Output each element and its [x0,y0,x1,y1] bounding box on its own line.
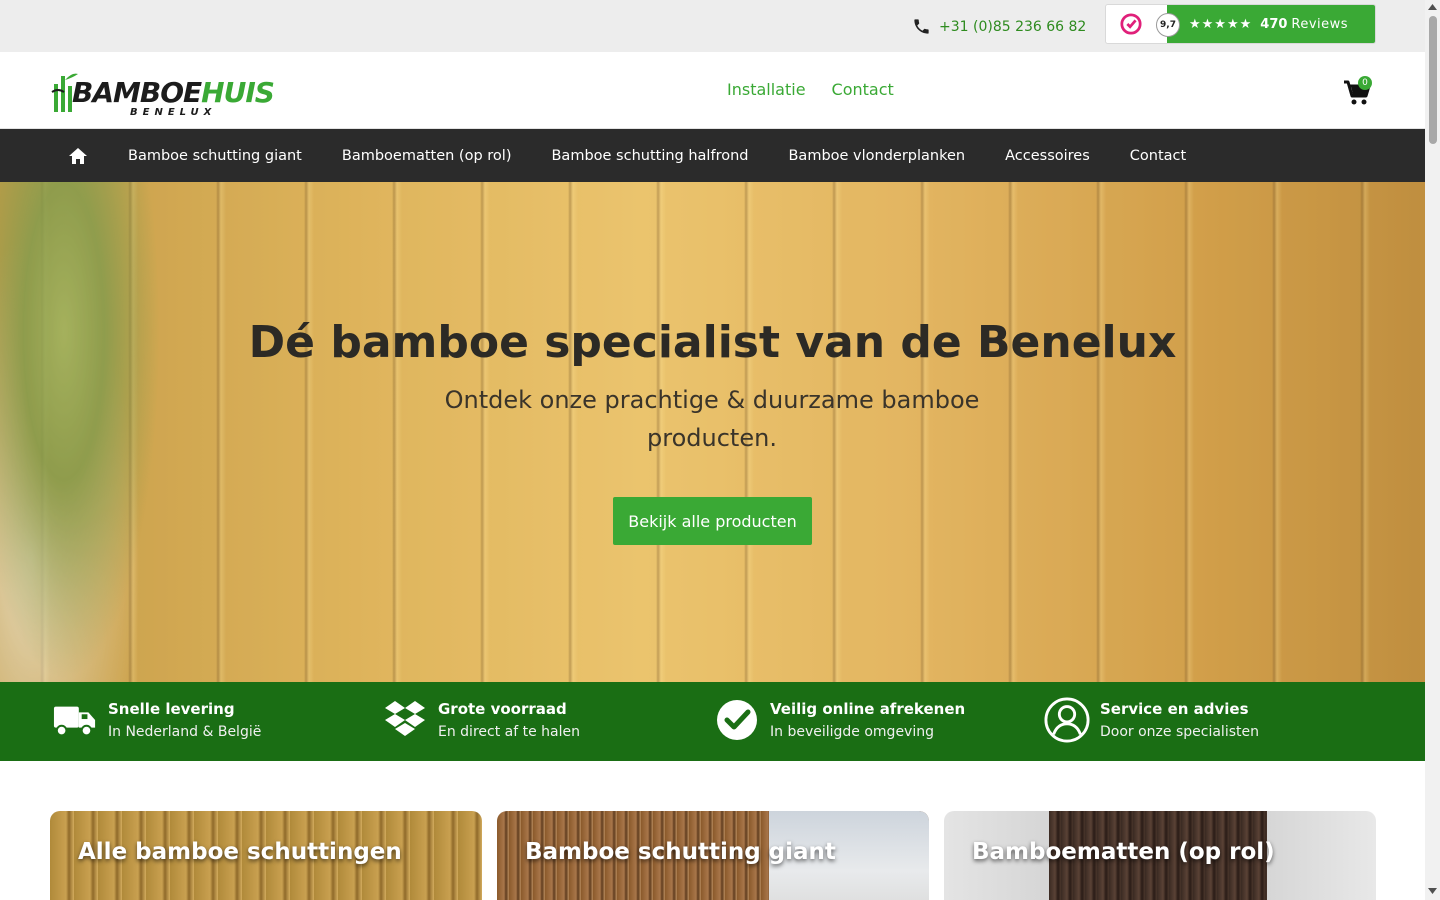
review-count: 470 [1260,16,1288,32]
usp-title: Veilig online afrekenen [770,700,966,718]
scrollbar-thumb[interactable] [1429,16,1437,144]
category-card-label: Bamboematten (op rol) [972,839,1275,865]
header-nav: Installatie Contact [727,80,894,99]
category-card-mats[interactable]: Bamboematten (op rol) [944,811,1376,900]
kiyoh-logo-icon [1120,13,1142,35]
hero-banner: Dé bamboe specialist van de Benelux Ontd… [0,182,1425,682]
scroll-up-arrow-icon[interactable] [1427,2,1438,12]
page: +31 (0)85 236 66 82 9,7 ★★★★★ 470 Review… [0,0,1440,900]
review-logo-area: 9,7 [1106,5,1180,43]
home-icon[interactable] [68,147,88,165]
usp-text: En direct af te halen [438,724,580,740]
nav-item-accessoires[interactable]: Accessoires [1005,148,1090,164]
phone-icon [914,19,929,34]
usp-text: Door onze specialisten [1100,724,1259,740]
hero-subtitle: Ontdek onze prachtige & duurzame bamboe … [444,386,980,452]
category-card-giant[interactable]: Bamboe schutting giant [497,811,929,900]
usp-item-stock: Grote voorraad En direct af te halen [382,697,580,743]
phone-number: +31 (0)85 236 66 82 [939,18,1087,35]
main-nav: Bamboe schutting giant Bamboematten (op … [0,129,1425,182]
phone-link[interactable]: +31 (0)85 236 66 82 [912,17,1086,36]
category-cards: Alle bamboe schuttingen Bamboe schutting… [0,761,1425,900]
usp-item-delivery: Snelle levering In Nederland & België [52,697,261,743]
rating-stars-icon: ★★★★★ [1189,16,1253,32]
truck-icon [52,697,98,743]
nav-item-bamboe-vlonderplanken[interactable]: Bamboe vlonderplanken [788,148,965,164]
dropbox-icon [382,697,428,743]
nav-item-contact[interactable]: Contact [1130,148,1186,164]
user-circle-icon [1044,697,1090,743]
nav-item-bamboematten[interactable]: Bamboematten (op rol) [342,148,512,164]
site-header: BAMBOEHUIS BENELUX Installatie Contact [0,52,1425,129]
nav-item-bamboe-schutting-giant[interactable]: Bamboe schutting giant [128,148,302,164]
logo-wordmark: BAMBOEHUIS [72,76,275,109]
top-bar: +31 (0)85 236 66 82 9,7 ★★★★★ 470 Review… [0,0,1425,52]
logo-subtitle: BENELUX [130,107,217,118]
view-all-products-button[interactable]: Bekijk alle producten [613,497,812,545]
usp-title: Service en advies [1100,700,1249,718]
review-label: Reviews [1291,16,1349,32]
header-nav-installatie[interactable]: Installatie [727,80,806,99]
usp-text: In beveiligde omgeving [770,724,934,740]
category-card-label: Alle bamboe schuttingen [78,839,402,865]
review-summary: ★★★★★ 470 Reviews [1167,5,1375,43]
usp-item-checkout: Veilig online afrekenen In beveiligde om… [714,697,965,743]
review-widget[interactable]: 9,7 ★★★★★ 470 Reviews [1106,5,1375,43]
usp-bar: Snelle levering In Nederland & België Gr… [0,682,1425,761]
logo-accent: HUIS [201,76,275,109]
cart-count-badge: 0 [1358,76,1372,90]
site-logo[interactable]: BAMBOEHUIS BENELUX [50,62,282,120]
logo-main: BAMBOE [72,76,202,109]
usp-title: Snelle levering [108,700,235,718]
nav-item-bamboe-schutting-halfrond[interactable]: Bamboe schutting halfrond [551,148,748,164]
category-card-all-fences[interactable]: Alle bamboe schuttingen [50,811,482,900]
hero-title: Dé bamboe specialist van de Benelux [248,317,1177,368]
usp-item-service: Service en advies Door onze specialisten [1044,697,1259,743]
category-card-label: Bamboe schutting giant [525,839,836,865]
header-nav-contact[interactable]: Contact [832,80,894,99]
usp-title: Grote voorraad [438,700,567,718]
check-circle-icon [714,697,760,743]
scroll-down-arrow-icon[interactable] [1427,886,1438,896]
usp-text: In Nederland & België [108,724,262,740]
review-score: 9,7 [1156,13,1180,37]
